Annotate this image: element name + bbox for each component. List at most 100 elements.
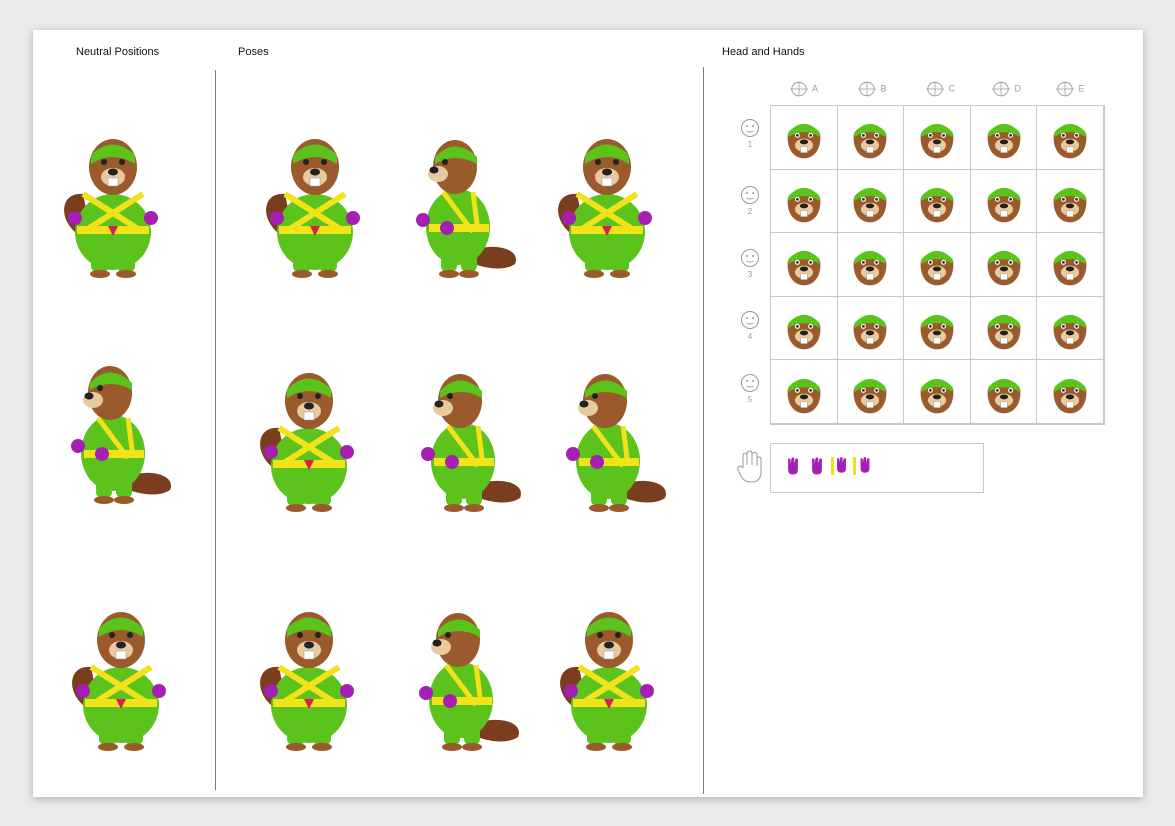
grid-cell xyxy=(970,296,1038,361)
grid-cell xyxy=(837,169,905,234)
beaver-head xyxy=(1045,305,1095,351)
head-turn-a-icon xyxy=(788,80,810,98)
row-label-2: 2 xyxy=(747,207,753,216)
grid-cell xyxy=(837,106,905,170)
column-head-b: B xyxy=(856,80,887,98)
beaver-pose-9 xyxy=(549,595,669,755)
neutral-positions-title: Neutral Positions xyxy=(76,46,160,58)
glove-with-strap-icon xyxy=(853,457,870,475)
character-sheet: Neutral Positions Poses Head and Hands A… xyxy=(33,30,1143,797)
grid-cell xyxy=(1037,296,1104,361)
grid-cell xyxy=(904,233,971,297)
head-turn-b-icon xyxy=(856,80,878,98)
hands-panel xyxy=(770,443,984,493)
beaver-head xyxy=(779,114,829,160)
beaver-head xyxy=(779,178,829,224)
row-head-4: 4 xyxy=(735,310,765,341)
row-head-3: 3 xyxy=(735,248,765,279)
beaver-head xyxy=(979,369,1029,415)
row-label-3: 3 xyxy=(747,270,753,279)
hand-outline-icon xyxy=(737,450,762,483)
angry-face-icon xyxy=(740,248,760,268)
head-turn-c-icon xyxy=(924,80,946,98)
beaver-pose-5 xyxy=(408,356,528,516)
beaver-head xyxy=(845,241,895,287)
beaver-neutral-side xyxy=(58,348,178,508)
grid-cell xyxy=(1037,169,1104,234)
row-head-2: 2 xyxy=(735,185,765,216)
column-label-a: A xyxy=(812,83,819,94)
beaver-head xyxy=(1045,114,1095,160)
grid-cell xyxy=(904,360,971,424)
column-label-c: C xyxy=(948,83,956,94)
column-label-b: B xyxy=(880,83,887,94)
beaver-pose-7 xyxy=(249,595,369,755)
grid-cell xyxy=(771,106,838,170)
beaver-head xyxy=(845,114,895,160)
grid-cell xyxy=(970,360,1038,424)
poses-title: Poses xyxy=(238,46,269,58)
row-label-5: 5 xyxy=(747,395,753,404)
beaver-head xyxy=(845,369,895,415)
beaver-head xyxy=(912,305,962,351)
beaver-head xyxy=(979,114,1029,160)
beaver-pose-6 xyxy=(553,356,673,516)
grid-cell xyxy=(771,233,838,297)
beaver-neutral-three-quarter xyxy=(61,595,181,755)
beaver-head xyxy=(912,114,962,160)
happy-face-icon xyxy=(740,310,760,330)
neutral-face-icon xyxy=(740,118,760,138)
column-head-c: C xyxy=(924,80,955,98)
column-label-e: E xyxy=(1078,83,1085,94)
grid-cell xyxy=(771,296,838,361)
beaver-head xyxy=(1045,241,1095,287)
beaver-head xyxy=(912,178,962,224)
column-head-d: D xyxy=(990,80,1021,98)
beaver-neutral-front xyxy=(53,122,173,282)
column-label-d: D xyxy=(1014,83,1022,94)
grid-cell xyxy=(970,106,1038,170)
glove-icon xyxy=(809,455,825,477)
beaver-pose-8 xyxy=(406,595,526,755)
glove-with-strap-icon xyxy=(831,457,846,475)
row-label-1: 1 xyxy=(747,140,753,149)
grid-cell xyxy=(970,169,1038,234)
grid-cell xyxy=(837,360,905,424)
beaver-head xyxy=(779,305,829,351)
grid-cell xyxy=(904,169,971,234)
grid-cell xyxy=(904,106,971,170)
grid-cell xyxy=(837,296,905,361)
glove-icon xyxy=(785,455,801,477)
beaver-head xyxy=(779,369,829,415)
beaver-head xyxy=(979,305,1029,351)
divider-left xyxy=(215,70,216,790)
row-head-5: 5 xyxy=(735,373,765,404)
beaver-head xyxy=(779,241,829,287)
head-and-hands-title: Head and Hands xyxy=(722,46,805,58)
head-turn-d-icon xyxy=(990,80,1012,98)
grid-cell xyxy=(1037,106,1104,170)
grid-cell xyxy=(904,296,971,361)
beaver-pose-4 xyxy=(249,356,369,516)
beaver-head xyxy=(845,178,895,224)
beaver-head xyxy=(1045,369,1095,415)
head-turn-e-icon xyxy=(1054,80,1076,98)
expression-grid xyxy=(770,105,1105,425)
row-label-4: 4 xyxy=(747,332,753,341)
beaver-head xyxy=(912,369,962,415)
beaver-pose-1 xyxy=(255,122,375,282)
grid-cell xyxy=(970,233,1038,297)
divider-right xyxy=(703,67,704,794)
grid-cell xyxy=(1037,233,1104,297)
beaver-pose-2 xyxy=(403,122,523,282)
beaver-head xyxy=(1045,178,1095,224)
grid-cell xyxy=(771,169,838,234)
beaver-head xyxy=(979,178,1029,224)
beaver-head xyxy=(979,241,1029,287)
row-head-1: 1 xyxy=(735,118,765,149)
worried-face-icon xyxy=(740,185,760,205)
beaver-head xyxy=(845,305,895,351)
grid-cell xyxy=(1037,360,1104,424)
beaver-head xyxy=(912,241,962,287)
grid-cell xyxy=(771,360,838,424)
